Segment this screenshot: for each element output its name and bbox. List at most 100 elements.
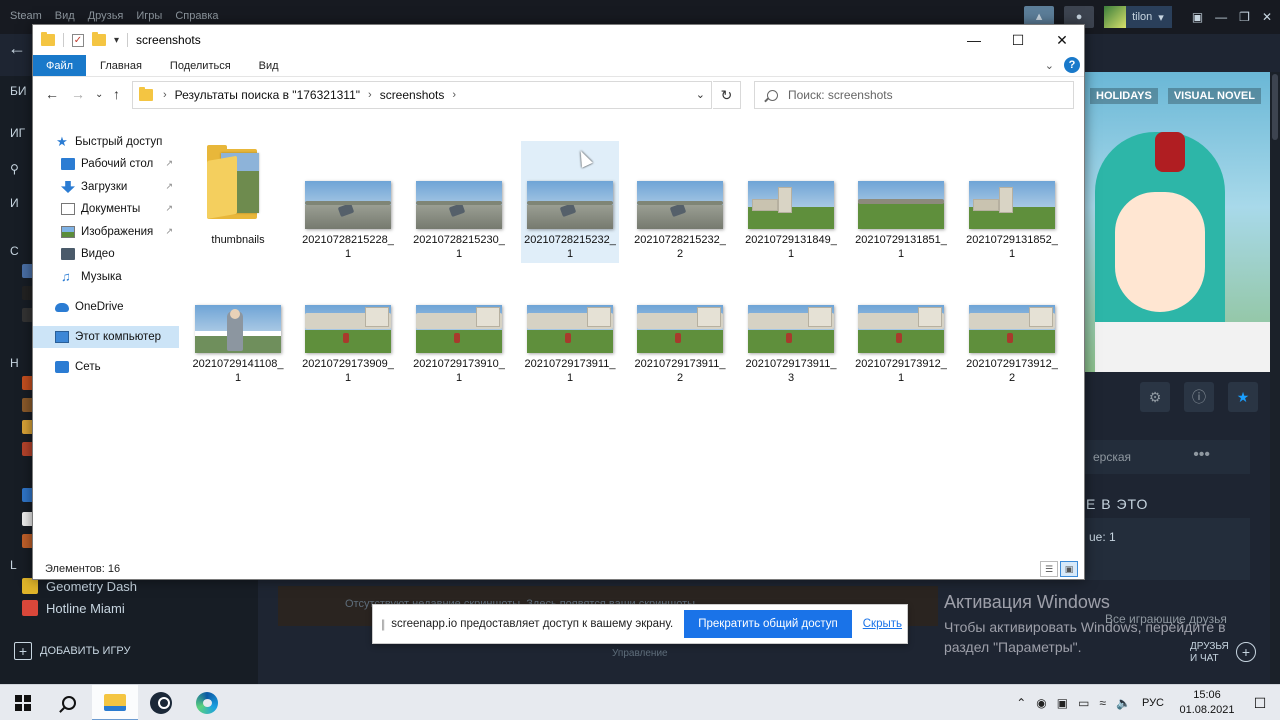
file-item[interactable]: 20210729173911_ 2 [631,265,729,387]
sidebar-item[interactable]: Документы ↗ [33,198,179,220]
gear-icon[interactable]: ⚙ [1140,382,1170,412]
close-button[interactable]: ✕ [1040,25,1084,55]
chevron-down-icon[interactable]: ⌄ [696,88,705,101]
file-item[interactable]: 20210729141108_ 1 [189,265,287,387]
steam-menu-item[interactable]: Справка [175,10,218,22]
minimize-icon[interactable]: — [1215,10,1227,24]
add-game-button[interactable]: + ДОБАВИТЬ ИГРУ [14,642,131,660]
tab-home[interactable]: Главная [86,55,156,76]
file-item[interactable]: 20210728215230_ 1 [410,141,508,263]
customize-toolbar-icon[interactable]: ▾ [114,35,119,46]
sidebar-item[interactable]: Этот компьютер [33,326,179,348]
chevron-right-icon[interactable]: › [163,89,167,101]
file-item[interactable]: 20210729131849_ 1 [742,141,840,263]
properties-icon[interactable]: ✓ [72,33,84,47]
file-item[interactable]: 20210729173910_ 1 [410,265,508,387]
tag[interactable]: VISUAL NOVEL [1167,88,1261,104]
new-folder-icon[interactable] [92,32,106,46]
sidebar-item[interactable]: OneDrive [33,296,179,318]
restore-icon[interactable]: ❐ [1239,10,1250,24]
community-hub-tab[interactable]: ерская ••• [1085,440,1250,474]
recent-locations-icon[interactable]: ⌄ [95,89,103,100]
notification-center-icon[interactable]: ☐ [1240,695,1280,712]
more-icon[interactable]: ••• [1193,446,1210,464]
drag-handle-icon[interactable]: || [381,617,385,631]
webcam-icon[interactable]: ◉ [1036,696,1046,710]
refresh-icon[interactable]: ↻ [713,81,741,109]
scrollbar[interactable] [1270,72,1280,684]
breadcrumb-item[interactable]: Результаты поиска в "176321311" [175,88,360,102]
big-picture-icon[interactable]: ▣ [1192,10,1203,24]
pin-icon[interactable]: ↗ [165,181,173,192]
file-item[interactable]: 20210729131852_ 1 [963,141,1061,263]
chevron-right-icon[interactable]: › [452,89,456,101]
info-icon[interactable]: ⓘ [1184,382,1214,412]
large-icons-view-icon[interactable]: ▣ [1060,561,1078,577]
chevron-right-icon[interactable]: › [368,89,372,101]
file-item[interactable]: 20210729173909_ 1 [299,265,397,387]
details-view-icon[interactable]: ☰ [1040,561,1058,577]
battery-icon[interactable]: ▭ [1078,696,1089,710]
taskbar-explorer[interactable] [92,685,138,720]
hide-link[interactable]: Скрыть [863,618,902,630]
expand-ribbon-icon[interactable]: ⌄ [1045,59,1054,72]
sidebar-item[interactable]: Сеть [33,356,179,378]
tab-view[interactable]: Вид [245,55,293,76]
file-item[interactable]: 20210729131851_ 1 [852,141,950,263]
pin-icon[interactable]: ↗ [165,158,173,169]
wifi-icon[interactable]: ≈ [1099,696,1106,710]
game-item-hotline-miami[interactable]: Hotline Miami [22,600,125,616]
file-item[interactable]: 20210728215232_ 1 [521,141,619,263]
up-icon[interactable]: ↑ [113,86,120,102]
taskbar-edge[interactable] [184,685,230,720]
steam-user-menu[interactable]: tilon ▾ [1104,6,1172,28]
back-icon[interactable]: ← [45,86,59,102]
tab-file[interactable]: Файл [33,55,87,76]
address-bar[interactable]: › Результаты поиска в "176321311" › scre… [132,81,712,109]
stop-sharing-button[interactable]: Прекратить общий доступ [684,610,852,638]
add-friend-icon[interactable]: + [1236,642,1256,662]
steam-menu-item[interactable]: Steam [10,10,42,22]
manage-downloads-label[interactable]: Управление [612,648,668,659]
sidebar-item[interactable]: ★ Быстрый доступ [33,131,179,153]
minimize-button[interactable]: — [952,25,996,55]
sidebar-item[interactable]: Рабочий стол ↗ [33,153,179,175]
folder-item[interactable]: thumbnails [189,141,287,263]
image-thumbnail [305,305,391,353]
file-item[interactable]: 20210728215232_ 2 [631,141,729,263]
back-arrow-icon[interactable]: ← [8,38,26,59]
file-item[interactable]: 20210729173911_ 1 [521,265,619,387]
close-icon[interactable]: ✕ [1262,10,1272,24]
volume-icon[interactable]: 🔈 [1116,696,1131,710]
file-item[interactable]: 20210729173911_ 3 [742,265,840,387]
file-item[interactable]: 20210728215228_ 1 [299,141,397,263]
tag[interactable]: HOLIDAYS [1090,88,1158,104]
file-item[interactable]: 20210729173912_ 1 [852,265,950,387]
taskbar-steam[interactable] [138,685,184,720]
screen-record-icon[interactable]: ▣ [1057,696,1068,710]
help-icon[interactable]: ? [1064,57,1080,73]
search-icon[interactable]: ⚲ [10,162,19,176]
taskbar-search-button[interactable] [46,685,92,720]
sidebar-item[interactable]: ♫ Музыка [33,266,179,288]
steam-menu-item[interactable]: Игры [136,10,162,22]
clock[interactable]: 15:06 01.08.2021 [1174,688,1240,718]
star-icon[interactable]: ★ [1228,382,1258,412]
steam-menu-item[interactable]: Друзья [88,10,124,22]
sidebar-item[interactable]: Изображения ↗ [33,221,179,243]
pin-icon[interactable]: ↗ [165,203,173,214]
file-item[interactable]: 20210729173912_ 2 [963,265,1061,387]
forward-icon[interactable]: → [71,86,85,102]
chevron-up-icon[interactable]: ⌃ [1016,696,1026,710]
breadcrumb-item[interactable]: screenshots [380,88,445,102]
sidebar-item[interactable]: Загрузки ↗ [33,176,179,198]
steam-menu-item[interactable]: Вид [55,10,75,22]
search-input[interactable]: Поиск: screenshots [754,81,1074,109]
language-indicator[interactable]: РУС [1142,697,1164,709]
sidebar-item[interactable]: Видео [33,243,179,265]
maximize-button[interactable]: ☐ [996,25,1040,55]
tab-share[interactable]: Поделиться [156,55,245,76]
pin-icon[interactable]: ↗ [165,226,173,237]
start-button[interactable] [0,685,46,720]
folder-icon[interactable] [41,32,55,46]
